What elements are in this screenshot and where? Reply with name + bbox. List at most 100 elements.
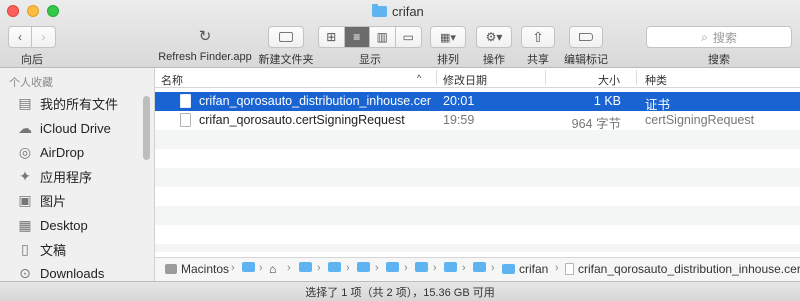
new-folder-button[interactable] xyxy=(268,26,304,48)
sidebar-item-icloud-drive[interactable]: ☁ iCloud Drive xyxy=(0,116,150,140)
file-date: 20:01 xyxy=(443,94,475,108)
column-header-size[interactable]: 大小 xyxy=(598,72,620,88)
folder-icon xyxy=(386,262,399,272)
toolbar: crifan ‹ › 向后 ↻ Refresh Finder.app 新建文件夹… xyxy=(0,0,800,68)
back-label: 向后 xyxy=(21,54,43,66)
path-item-folder[interactable] xyxy=(386,262,399,272)
column-header-kind[interactable]: 种类 xyxy=(645,72,667,88)
path-item-folder[interactable] xyxy=(444,262,457,272)
empty-row xyxy=(155,168,800,187)
path-item-users[interactable] xyxy=(242,262,255,272)
maximize-window-button[interactable] xyxy=(47,5,59,17)
finder-window: crifan ‹ › 向后 ↻ Refresh Finder.app 新建文件夹… xyxy=(0,0,800,301)
arrange-icon: ▦▾ xyxy=(440,31,456,44)
path-item-folder[interactable] xyxy=(473,262,486,272)
sidebar-item-desktop[interactable]: ▦ Desktop xyxy=(0,213,150,237)
file-row[interactable]: crifan_qorosauto.certSigningRequest 19:5… xyxy=(155,111,800,131)
path-separator-icon: › xyxy=(259,262,263,274)
action-button[interactable]: ⚙▾ xyxy=(476,26,512,48)
path-item-disk[interactable]: Macintos xyxy=(165,262,229,276)
camera-icon: ▣ xyxy=(18,191,32,208)
minimize-window-button[interactable] xyxy=(27,5,39,17)
edit-tags-label: 编辑标记 xyxy=(564,54,608,66)
column-divider[interactable] xyxy=(636,70,637,85)
column-header-name[interactable]: 名称 xyxy=(161,72,183,88)
folder-icon xyxy=(328,262,341,272)
status-bar: 选择了 1 项（共 2 项），15.36 GB 可用 xyxy=(0,281,800,301)
path-item-home[interactable]: ⌂ xyxy=(269,262,276,276)
view-label: 显示 xyxy=(359,54,381,66)
search-input[interactable]: ⌕ 搜索 xyxy=(646,26,792,48)
sidebar-item-pictures[interactable]: ▣ 图片 xyxy=(0,188,150,212)
path-item-file[interactable]: crifan_qorosauto_distribution_inhouse.ce… xyxy=(565,262,800,276)
path-separator-icon: › xyxy=(346,262,350,274)
path-separator-icon: › xyxy=(555,262,559,274)
empty-row xyxy=(155,130,800,149)
path-separator-icon: › xyxy=(404,262,408,274)
folder-icon xyxy=(502,264,515,274)
path-item-folder[interactable] xyxy=(357,262,370,272)
path-separator-icon: › xyxy=(231,262,235,274)
list-view-button[interactable]: ≡ xyxy=(344,27,370,47)
path-separator-icon: › xyxy=(317,262,321,274)
window-title: crifan xyxy=(372,2,424,20)
path-separator-icon: › xyxy=(491,262,495,274)
column-view-button[interactable]: ▥ xyxy=(370,27,396,47)
gear-icon: ⚙▾ xyxy=(485,30,503,44)
edit-tags-button[interactable] xyxy=(569,26,603,48)
certificate-file-icon xyxy=(180,94,191,108)
sidebar-scrollbar[interactable] xyxy=(143,96,150,160)
folder-icon xyxy=(299,262,312,272)
close-window-button[interactable] xyxy=(7,5,19,17)
back-button[interactable]: ‹ xyxy=(9,27,33,47)
cover-flow-button[interactable]: ▭ xyxy=(395,27,421,47)
sort-chevron-icon: ^ xyxy=(417,73,422,83)
grid-icon: ⊞ xyxy=(326,30,337,44)
file-size: 1 KB xyxy=(593,94,621,108)
file-date: 19:59 xyxy=(443,113,475,127)
share-button[interactable]: ⇧ xyxy=(521,26,555,48)
cloud-icon: ☁ xyxy=(18,119,32,136)
sidebar-item-applications[interactable]: ✦ 应用程序 xyxy=(0,164,150,188)
path-item-current-folder[interactable]: crifan xyxy=(502,262,548,276)
sidebar-item-label: Downloads xyxy=(40,265,105,281)
column-divider[interactable] xyxy=(436,70,437,85)
empty-row xyxy=(155,206,800,225)
path-item-label: Macintos xyxy=(181,262,230,276)
file-name: crifan_qorosauto_distribution_inhouse.ce… xyxy=(199,94,432,108)
empty-row xyxy=(155,149,800,168)
column-header-date[interactable]: 修改日期 xyxy=(443,72,487,88)
airdrop-icon: ◎ xyxy=(18,143,32,160)
path-item-folder[interactable] xyxy=(415,262,428,272)
column-divider[interactable] xyxy=(545,70,546,85)
status-text: 选择了 1 项（共 2 项），15.36 GB 可用 xyxy=(305,286,495,299)
sidebar-item-label: AirDrop xyxy=(40,144,85,160)
path-item-folder[interactable] xyxy=(328,262,341,272)
empty-row xyxy=(155,187,800,206)
empty-row xyxy=(155,244,800,252)
document-file-icon xyxy=(180,113,191,127)
sidebar-item-documents[interactable]: ▯ 文稿 xyxy=(0,237,150,261)
sidebar-item-all-files[interactable]: ▤ 我的所有文件 xyxy=(0,91,150,115)
icon-view-button[interactable]: ⊞ xyxy=(319,27,345,47)
path-item-folder[interactable] xyxy=(299,262,312,272)
columns-icon: ▥ xyxy=(376,30,388,44)
path-bar: Macintos › › ⌂ › › › › › › › › crifan › … xyxy=(155,257,800,281)
arrange-button[interactable]: ▦▾ xyxy=(430,26,466,48)
list-icon: ≡ xyxy=(353,30,361,44)
file-kind: certSigningRequest xyxy=(645,113,755,127)
sidebar-item-downloads[interactable]: ⊙ Downloads xyxy=(0,261,150,282)
path-item-label: crifan_qorosauto_distribution_inhouse.ce… xyxy=(578,262,800,276)
file-list: 名称 ^ 修改日期 大小 种类 crifan_qorosauto_distrib… xyxy=(155,68,800,252)
file-row[interactable]: crifan_qorosauto_distribution_inhouse.ce… xyxy=(155,92,800,112)
arrange-label: 排列 xyxy=(437,54,459,66)
share-label: 共享 xyxy=(527,54,549,66)
sidebar-item-airdrop[interactable]: ◎ AirDrop xyxy=(0,140,150,164)
refresh-icon[interactable]: ↻ xyxy=(196,27,214,45)
chevron-right-icon: › xyxy=(41,30,46,44)
applications-icon: ✦ xyxy=(19,167,31,184)
sidebar-item-label: 我的所有文件 xyxy=(40,96,119,112)
forward-button[interactable]: › xyxy=(32,27,55,47)
column-header-row: 名称 ^ 修改日期 大小 种类 xyxy=(155,68,800,88)
desktop-icon: ▦ xyxy=(18,216,32,233)
